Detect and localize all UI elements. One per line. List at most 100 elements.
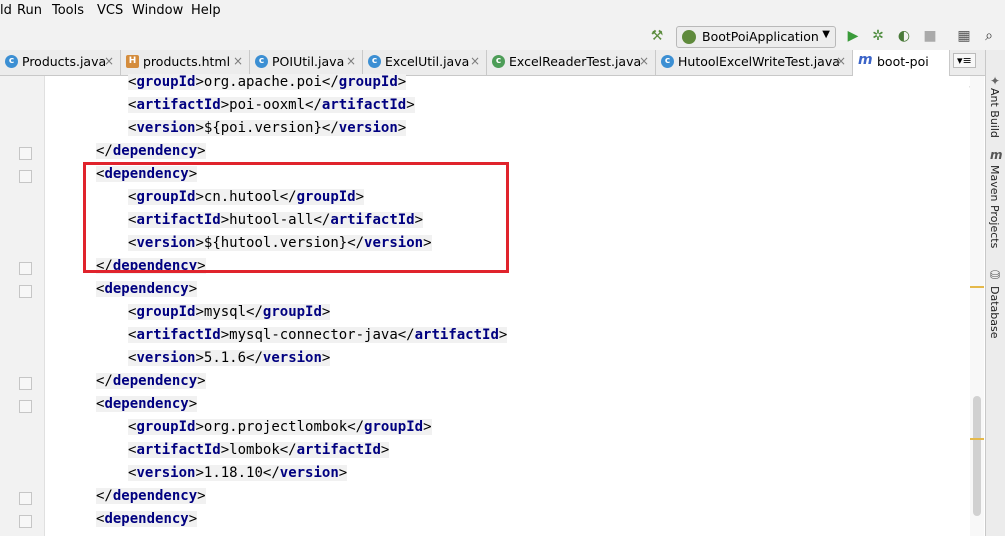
xml-tag-name: groupId	[136, 304, 196, 320]
code-line[interactable]: <dependency>	[96, 396, 198, 416]
hammer-icon[interactable]: ⚒	[648, 27, 666, 45]
side-tab-maven-projects[interactable]: Maven Projects	[988, 165, 1001, 248]
xml-element: </dependency>	[96, 488, 206, 504]
fold-marker[interactable]	[19, 147, 32, 160]
xml-tag-name: artifactId	[296, 442, 381, 458]
java-class-icon: c	[255, 55, 268, 68]
xml-text-value: 1.18.10	[203, 465, 263, 481]
xml-bracket: </	[321, 120, 339, 136]
code-line[interactable]: </dependency>	[96, 373, 206, 393]
tab-boot-poi-pom[interactable]: m boot-poi	[853, 50, 950, 76]
xml-element: <version>5.1.6</version>	[128, 350, 331, 366]
error-stripe-mark[interactable]	[970, 286, 984, 288]
close-icon[interactable]: ×	[836, 54, 846, 68]
xml-text-value: org.projectlombok	[203, 419, 348, 435]
code-line[interactable]: <artifactId>mysql-connector-java</artifa…	[128, 327, 508, 347]
error-stripe-mark[interactable]	[970, 438, 984, 440]
xml-text-value: mysql	[203, 304, 247, 320]
spring-boot-icon	[682, 30, 696, 44]
tab-excelutil-java[interactable]: c ExcelUtil.java ×	[363, 50, 487, 75]
close-icon[interactable]: ×	[639, 54, 649, 68]
project-structure-icon[interactable]: ▦	[955, 27, 973, 45]
xml-bracket: </	[347, 419, 365, 435]
fold-marker[interactable]	[19, 400, 32, 413]
xml-tag-name: version	[338, 120, 398, 136]
fold-marker[interactable]	[19, 262, 32, 275]
tab-products-html[interactable]: H products.html ×	[121, 50, 250, 75]
close-icon[interactable]: ×	[104, 54, 114, 68]
code-line[interactable]: <groupId>org.projectlombok</groupId>	[128, 419, 432, 439]
xml-bracket: >	[195, 304, 204, 320]
close-icon[interactable]: ×	[346, 54, 356, 68]
fold-marker[interactable]	[19, 492, 32, 505]
debug-icon[interactable]: ✲	[869, 27, 887, 45]
xml-element: <dependency>	[96, 511, 198, 527]
xml-tag-name: version	[279, 465, 339, 481]
menu-build-partial[interactable]: ld	[0, 3, 12, 18]
xml-tag-name: groupId	[136, 74, 196, 90]
xml-text-value: lombok	[229, 442, 280, 458]
xml-tag-name: dependency	[104, 511, 189, 527]
side-tab-ant-build[interactable]: Ant Build	[988, 88, 1001, 138]
chevron-down-icon: ▼	[822, 29, 830, 40]
menu-window[interactable]: Window	[132, 3, 183, 18]
html-file-icon: H	[126, 55, 139, 68]
maven-icon: m	[858, 52, 873, 68]
xml-bracket: </	[305, 97, 322, 113]
menu-run[interactable]: Run	[17, 3, 42, 18]
xml-bracket: </	[246, 304, 263, 320]
annotation-highlight-box	[83, 162, 509, 273]
xml-text-value: 5.1.6	[203, 350, 247, 366]
xml-bracket: >	[423, 419, 432, 435]
xml-tag-name: version	[136, 465, 196, 481]
stop-icon[interactable]: ■	[921, 27, 939, 45]
fold-marker[interactable]	[19, 515, 32, 528]
tab-label: ExcelReaderTest.java	[509, 54, 642, 69]
coverage-icon[interactable]: ◐	[895, 27, 913, 45]
close-icon[interactable]: ×	[470, 54, 480, 68]
code-line[interactable]: <dependency>	[96, 281, 198, 301]
xml-element: <artifactId>lombok</artifactId>	[128, 442, 390, 458]
menu-tools[interactable]: Tools	[52, 3, 84, 18]
tab-overflow-button[interactable]: ▾≡	[953, 53, 976, 68]
fold-marker[interactable]	[19, 170, 32, 183]
xml-bracket: >	[220, 327, 230, 343]
tab-label: POIUtil.java	[272, 54, 345, 69]
search-icon[interactable]: ⌕	[980, 27, 998, 45]
fold-marker[interactable]	[19, 285, 32, 298]
code-line[interactable]: <version>1.18.10</version>	[128, 465, 348, 485]
tab-label: ExcelUtil.java	[385, 54, 470, 69]
xml-tag-name: version	[136, 120, 196, 136]
menu-help[interactable]: Help	[191, 3, 221, 18]
fold-marker[interactable]	[19, 377, 32, 390]
xml-bracket: </	[96, 373, 113, 389]
tab-poiutil-java[interactable]: c POIUtil.java ×	[250, 50, 363, 75]
xml-element: <version>1.18.10</version>	[128, 465, 348, 481]
code-line[interactable]: <artifactId>lombok</artifactId>	[128, 442, 390, 462]
java-test-icon: c	[492, 55, 505, 68]
code-line[interactable]: <version>${poi.version}</version>	[128, 120, 407, 140]
editor-tab-bar: c Products.java × H products.html × c PO…	[0, 50, 985, 76]
scrollbar-thumb[interactable]	[973, 396, 981, 516]
code-line[interactable]: <artifactId>poi-ooxml</artifactId>	[128, 97, 415, 117]
tab-products-java[interactable]: c Products.java ×	[0, 50, 121, 75]
tab-excelreadertest-java[interactable]: c ExcelReaderTest.java ×	[487, 50, 656, 75]
code-line[interactable]: </dependency>	[96, 143, 206, 163]
code-line[interactable]: <dependency>	[96, 511, 198, 531]
tab-hutoolexcelwritetest-java[interactable]: c HutoolExcelWriteTest.java ×	[656, 50, 853, 75]
xml-tag-name: version	[262, 350, 322, 366]
xml-tag-name: groupId	[338, 74, 398, 90]
side-tab-database[interactable]: Database	[988, 286, 1001, 339]
xml-text-value: mysql-connector-java	[229, 327, 398, 343]
code-line[interactable]: <groupId>org.apache.poi</groupId>	[128, 74, 407, 94]
code-line[interactable]: <version>5.1.6</version>	[128, 350, 331, 370]
xml-bracket: >	[197, 488, 206, 504]
run-config-label: BootPoiApplication	[702, 29, 819, 44]
close-icon[interactable]: ×	[233, 54, 243, 68]
run-icon[interactable]: ▶	[844, 27, 862, 45]
menu-vcs[interactable]: VCS	[97, 3, 123, 18]
xml-element: </dependency>	[96, 373, 206, 389]
code-line[interactable]: </dependency>	[96, 488, 206, 508]
run-config-dropdown[interactable]: BootPoiApplication ▼	[676, 26, 836, 48]
code-line[interactable]: <groupId>mysql</groupId>	[128, 304, 331, 324]
